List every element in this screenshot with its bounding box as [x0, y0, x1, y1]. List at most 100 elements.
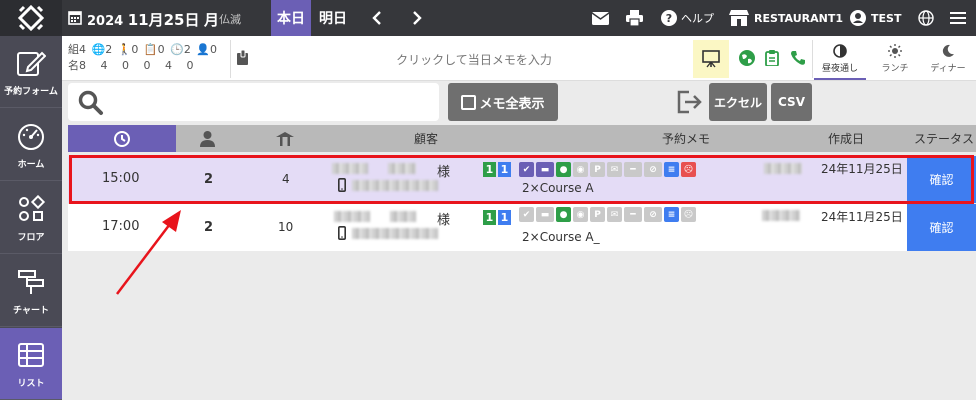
sidebar-item-label: 予約フォーム: [4, 87, 58, 97]
mail-icon: ✉: [607, 207, 622, 222]
table-column-header[interactable]: [276, 125, 294, 152]
pet-icon: ◉: [573, 207, 588, 222]
help-label: ヘルプ: [681, 12, 714, 25]
user-menu[interactable]: TEST: [850, 0, 901, 36]
sidebar-item-floor[interactable]: フロア: [0, 182, 62, 254]
status-column-header[interactable]: ステータス: [914, 125, 974, 152]
half-moon-icon: [833, 44, 847, 58]
table-row[interactable]: 17:00 2 10 様 1 1 ✔ ▬ ● ◉ P ✉ ━ ⊘ ≡ ☹ 2×C…: [68, 204, 976, 251]
restaurant-selector[interactable]: RESTAURANT1: [729, 0, 843, 36]
period-label: ランチ: [881, 64, 909, 74]
logo-icon: [18, 5, 44, 31]
floor-icon: [19, 194, 46, 221]
walkin-icon: 🚶: [117, 43, 132, 56]
phone-icon[interactable]: [790, 50, 806, 66]
daily-memo-input[interactable]: クリックして当日メモを入力: [258, 40, 690, 78]
year-text: 2024: [87, 14, 124, 29]
people-column-header[interactable]: [200, 125, 215, 152]
stat-people-web: 4: [100, 59, 108, 72]
month-day-text: 11月25日: [127, 11, 200, 29]
tomorrow-button[interactable]: 明日: [313, 0, 353, 36]
restaurant-label: RESTAURANT1: [754, 11, 844, 25]
help-icon: ?: [661, 10, 677, 26]
customer-column-header[interactable]: 顧客: [414, 125, 438, 152]
stat-walkin: 0: [131, 43, 139, 56]
store-icon: [729, 10, 749, 26]
customer-name-redacted: [334, 211, 370, 222]
calendar-icon[interactable]: [68, 10, 82, 25]
period-tab-all-day[interactable]: 昼夜通し: [814, 38, 866, 80]
course-memo: 2×Course A_: [522, 230, 600, 244]
clipboard-icon: 📋: [143, 43, 158, 56]
export-icon[interactable]: [675, 88, 705, 116]
check-circle-icon: ✔: [519, 207, 534, 222]
no-smoking-icon: ⊘: [644, 207, 662, 222]
stat-confirmed: 0: [157, 43, 165, 56]
current-date[interactable]: 2024 11月25日 月: [87, 9, 219, 30]
memo-column-header[interactable]: 予約メモ: [662, 125, 710, 152]
sidebar-item-label: リスト: [17, 379, 45, 389]
search-input[interactable]: [68, 83, 439, 121]
period-tab-lunch[interactable]: ランチ: [869, 38, 921, 80]
sidebar-item-reservation-form[interactable]: 予約フォーム: [0, 36, 62, 108]
stat-groups: 組4: [68, 43, 86, 56]
language-button[interactable]: [918, 0, 934, 36]
mail-icon: [592, 11, 609, 25]
sidebar-item-label: チャート: [13, 306, 49, 316]
stat-people-walkin: 0: [122, 59, 129, 72]
time-column-header[interactable]: [68, 125, 176, 152]
status-confirm-button[interactable]: 確認: [907, 204, 976, 251]
checkbox: [461, 94, 477, 110]
person-icon: [200, 130, 215, 147]
notice-board-button[interactable]: [693, 40, 729, 78]
created-date: 24年11月25日: [821, 210, 903, 224]
prev-day-button[interactable]: [368, 9, 386, 27]
highlight-box: [69, 155, 974, 204]
show-all-memo-toggle[interactable]: メモ全表示: [448, 83, 558, 121]
sidebar-item-chart[interactable]: チャート: [0, 255, 62, 327]
rokuyo-label: 仏滅: [219, 13, 241, 26]
memo-tag-icons: ✔ ▬ ● ◉ P ✉ ━ ⊘ ≡ ☹: [519, 207, 698, 222]
customer-name-redacted: [390, 211, 416, 222]
period-tab-dinner[interactable]: ディナー: [922, 38, 974, 80]
list-icon: [18, 343, 44, 367]
top-bar: 2024 11月25日 月 仏滅 本日 明日 ? ヘルプ RESTAURANT1…: [0, 0, 976, 36]
stat-seated: 0: [210, 43, 218, 56]
stat-web: 2: [105, 43, 113, 56]
sidebar-item-list[interactable]: リスト: [0, 328, 62, 400]
user-icon: [850, 10, 866, 26]
party-size: 2: [204, 220, 214, 235]
clipboard-check-icon[interactable]: [765, 50, 779, 66]
allergy-icon: ☹: [681, 207, 696, 222]
stat-waiting: 2: [183, 43, 191, 56]
sidebar-item-home[interactable]: ホーム: [0, 109, 62, 181]
app-logo[interactable]: [0, 0, 62, 36]
clock-icon: 🕒: [170, 43, 184, 56]
clock-icon: [114, 130, 130, 147]
hamburger-menu-button[interactable]: [950, 0, 966, 36]
memo-clip-icon: [237, 50, 248, 65]
easel-icon: [702, 50, 720, 68]
csv-export-button[interactable]: CSV: [771, 83, 812, 121]
globe-icon: ●: [556, 207, 571, 222]
print-button[interactable]: [626, 0, 643, 36]
help-button[interactable]: ? ヘルプ: [661, 0, 714, 36]
sidebar-item-label: フロア: [17, 233, 45, 243]
parking-icon: P: [590, 207, 605, 222]
edit-icon: [17, 51, 47, 76]
mail-button[interactable]: [592, 0, 609, 36]
phone-number-redacted: [352, 228, 438, 239]
web-booking-globe-icon[interactable]: [739, 50, 755, 66]
moon-icon: [942, 44, 954, 57]
visit-count-badge: 1: [483, 210, 496, 225]
document-icon: ≡: [664, 207, 679, 222]
created-column-header[interactable]: 作成日: [828, 125, 864, 152]
today-button[interactable]: 本日: [271, 0, 311, 36]
chart-icon: [18, 270, 44, 294]
smoking-icon: ━: [624, 207, 642, 222]
summary-bar: 組4 🌐2 🚶0 📋0 🕒2 👤0 名8 4 0 0 4 0 クリックして当日メ…: [62, 36, 976, 81]
excel-export-button[interactable]: エクセル: [709, 83, 767, 121]
next-day-button[interactable]: [408, 9, 426, 27]
reservation-stats: 組4 🌐2 🚶0 📋0 🕒2 👤0 名8 4 0 0 4 0: [68, 42, 217, 74]
svg-text:?: ?: [666, 12, 672, 25]
